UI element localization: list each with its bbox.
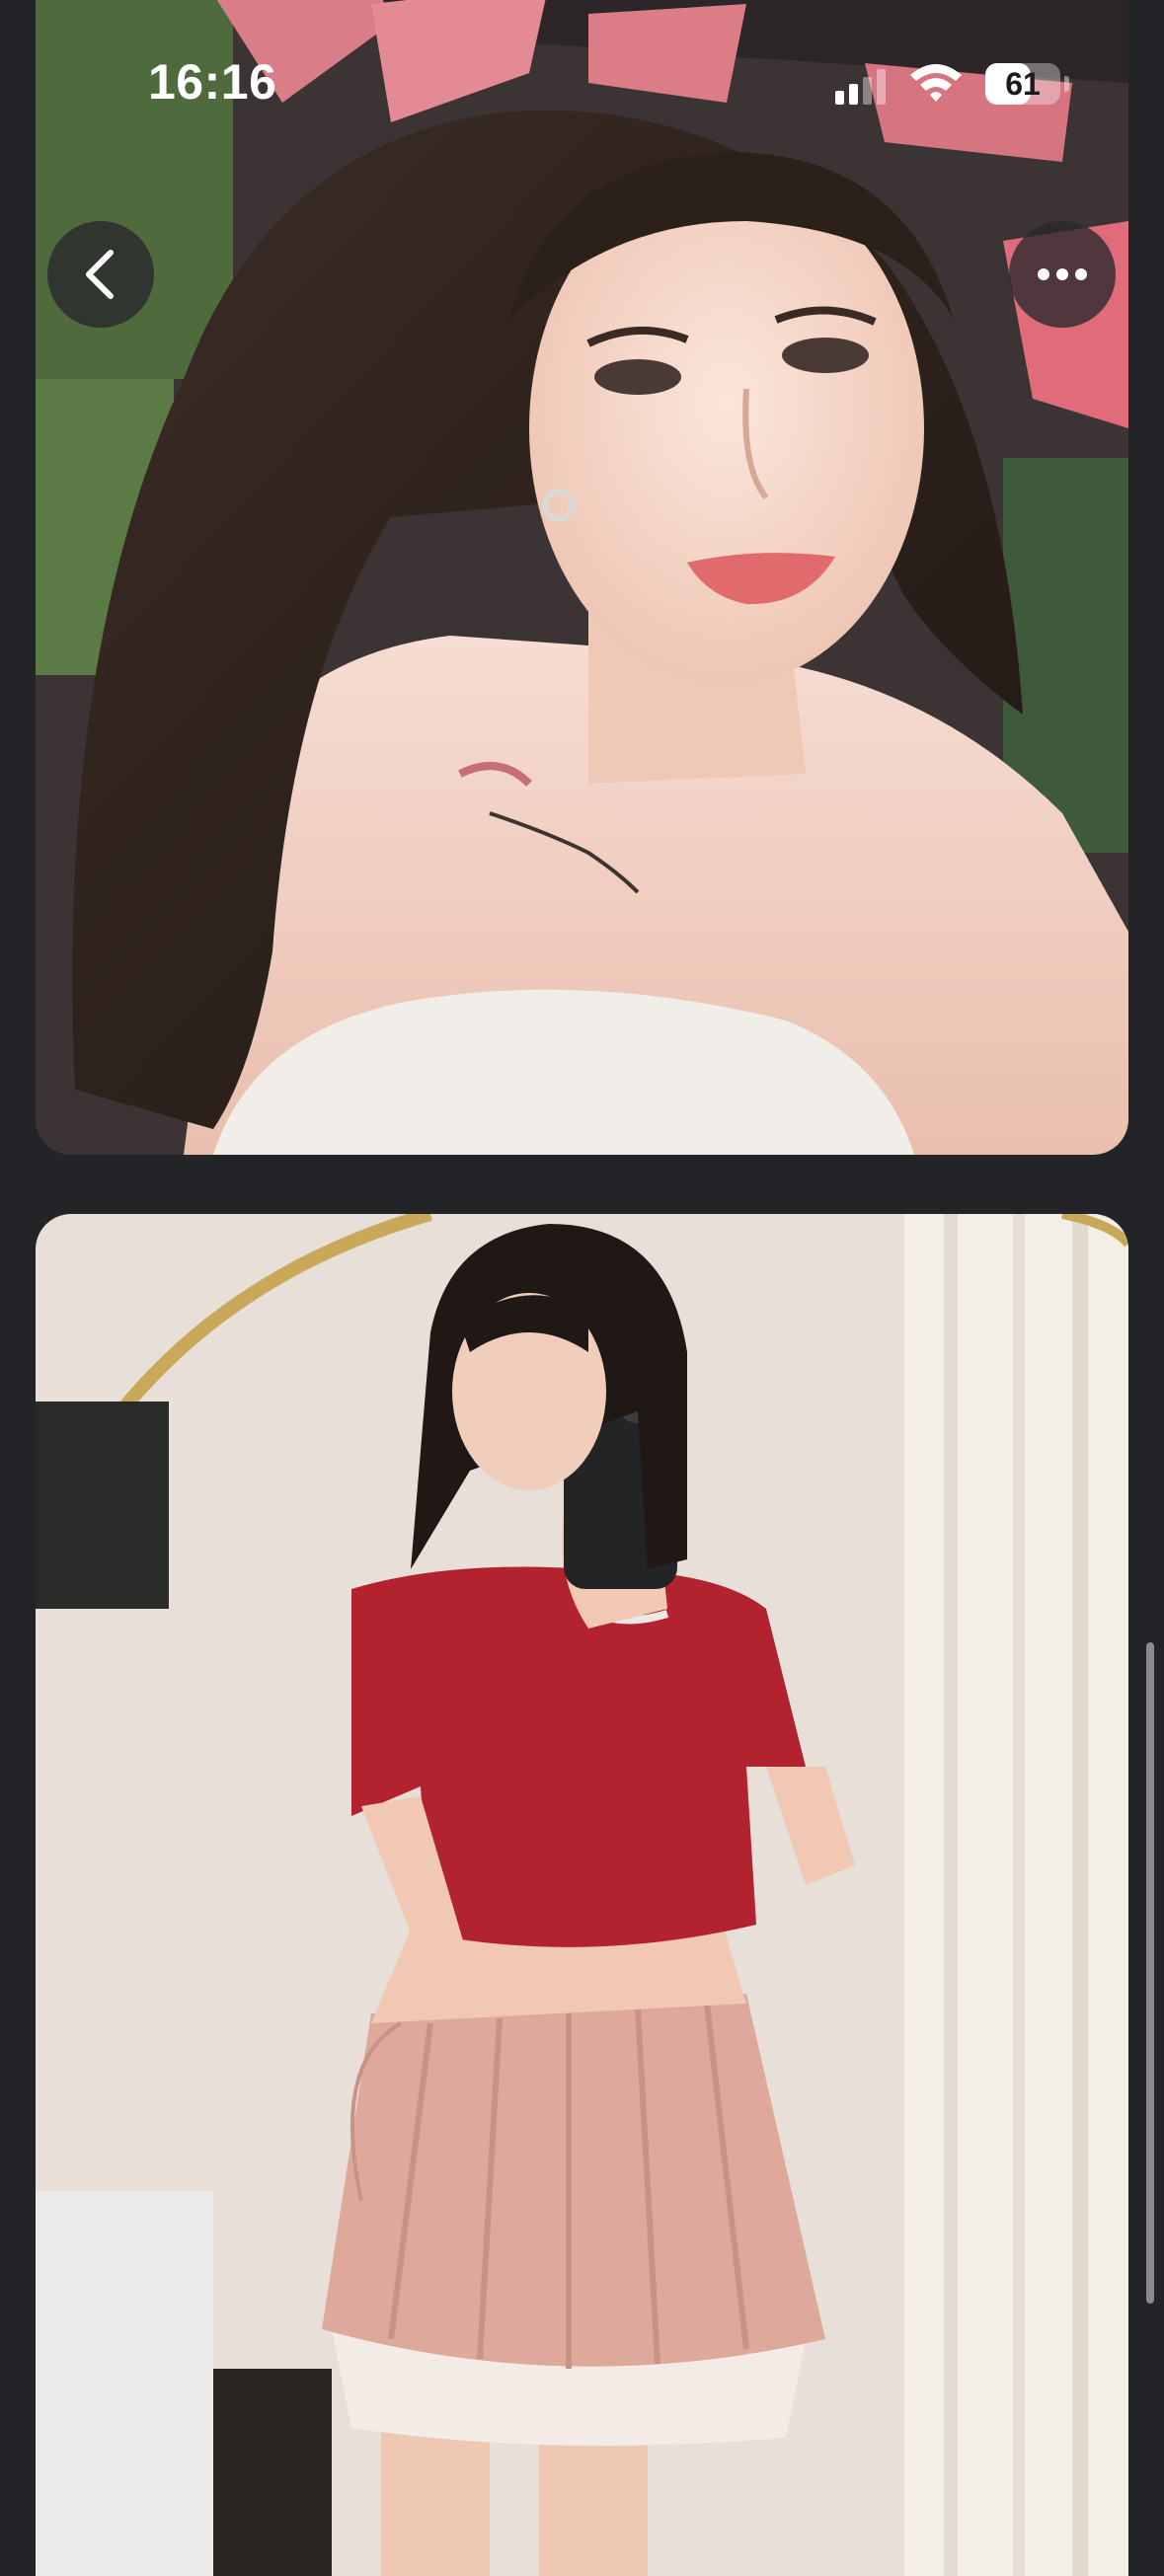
battery-indicator: 61 bbox=[985, 63, 1060, 105]
mirror-selfie-image bbox=[36, 1214, 1128, 2576]
status-bar: 16:16 61 bbox=[0, 0, 1164, 148]
battery-level: 61 bbox=[1005, 66, 1041, 102]
status-time: 16:16 bbox=[148, 54, 277, 110]
photo-card-1[interactable] bbox=[36, 0, 1128, 1155]
more-options-button[interactable] bbox=[1009, 221, 1116, 328]
wifi-icon bbox=[910, 64, 962, 102]
selfie-image bbox=[36, 0, 1128, 1155]
back-button[interactable] bbox=[47, 221, 154, 328]
battery-cap bbox=[1064, 76, 1069, 92]
ellipsis-icon bbox=[1038, 268, 1087, 280]
cellular-signal-icon bbox=[835, 69, 886, 105]
scroll-indicator[interactable] bbox=[1146, 1642, 1154, 2304]
photo-card-2[interactable] bbox=[36, 1214, 1128, 2576]
chevron-left-icon bbox=[86, 250, 114, 299]
